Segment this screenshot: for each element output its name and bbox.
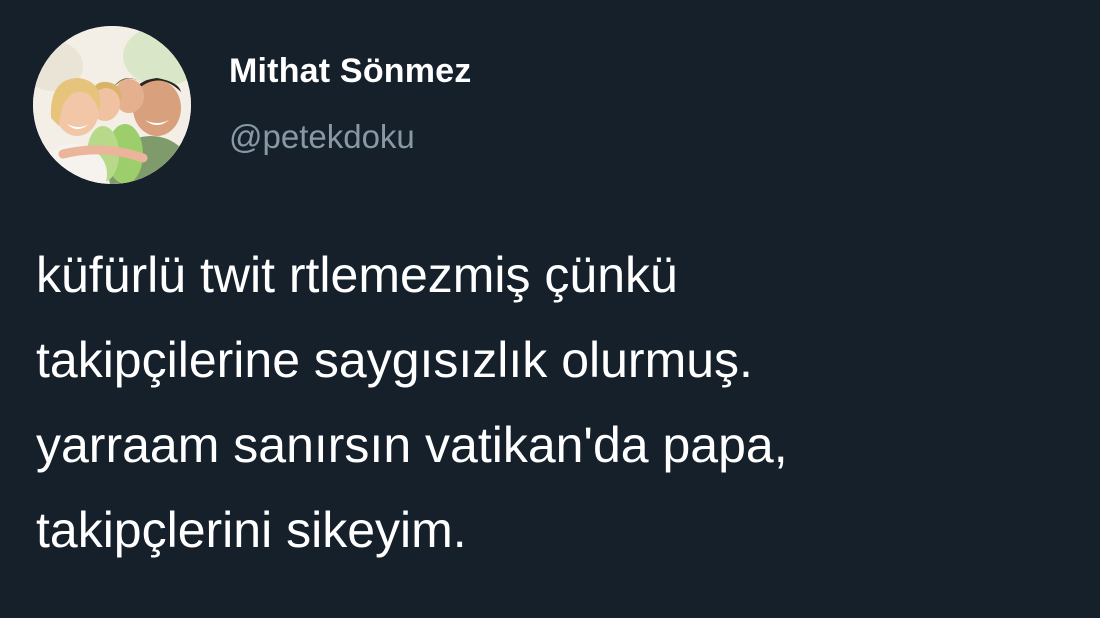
tweet-text-line: takipçilerine saygısızlık olurmuş. (36, 332, 753, 388)
author-display-name[interactable]: Mithat Sönmez (229, 52, 472, 91)
author-handle[interactable]: @petekdoku (229, 118, 415, 156)
tweet-card: Mithat Sönmez @petekdoku küfürlü twit rt… (0, 0, 1100, 618)
avatar[interactable] (33, 26, 191, 184)
tweet-text-line: yarraam sanırsın vatikan'da papa, (36, 417, 788, 473)
tweet-text: küfürlü twit rtlemezmiş çünkü takipçiler… (36, 233, 1076, 573)
tweet-text-line: takipçlerini sikeyim. (36, 502, 467, 558)
family-photo-avatar-icon (33, 26, 191, 184)
tweet-text-line: küfürlü twit rtlemezmiş çünkü (36, 247, 678, 303)
